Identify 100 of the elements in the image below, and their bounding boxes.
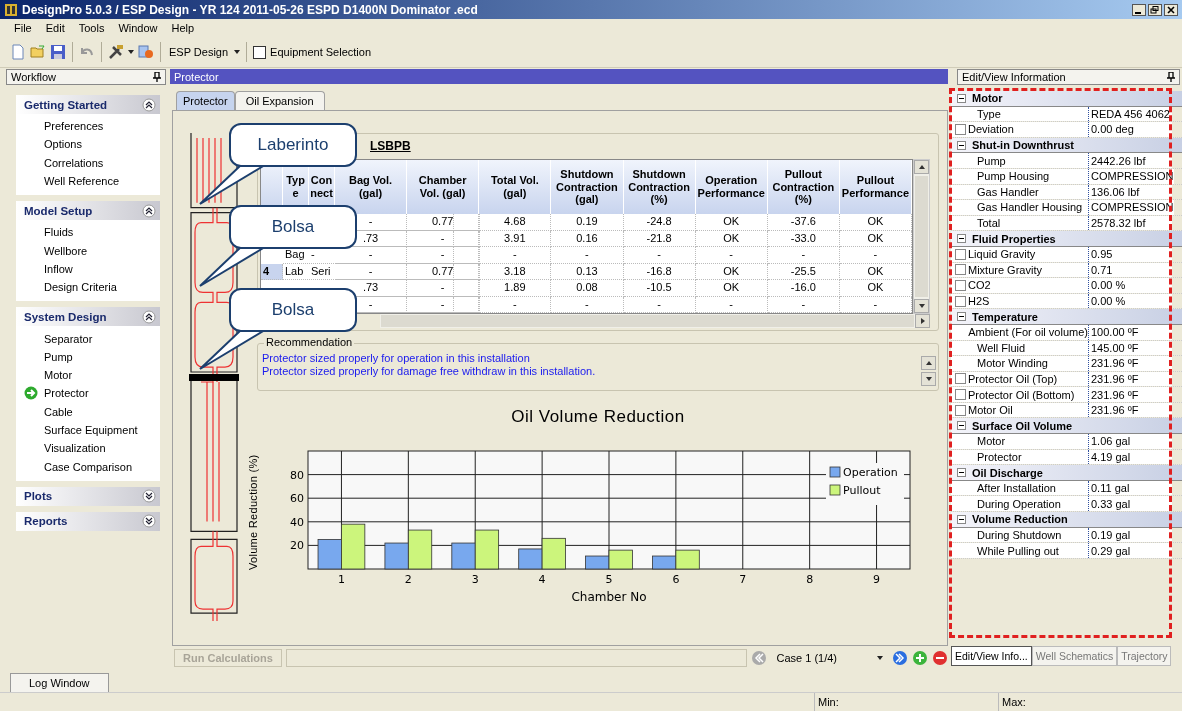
table-cell: OK: [839, 280, 912, 297]
property-value[interactable]: 136.06 lbf: [1088, 184, 1172, 200]
section-header[interactable]: Fluid Properties: [951, 231, 1182, 247]
property-name: Protector: [977, 450, 1022, 463]
group-header[interactable]: Model Setup: [16, 201, 160, 221]
workflow-item[interactable]: Options: [44, 138, 82, 151]
group-title[interactable]: Model Setup: [24, 204, 93, 217]
table-cell: OK: [839, 230, 912, 247]
group-title[interactable]: Reports: [24, 515, 68, 528]
checkbox-label[interactable]: Equipment Selection: [270, 46, 371, 58]
workflow-item[interactable]: Preferences: [44, 120, 104, 133]
property-value[interactable]: 0.00 deg: [1088, 122, 1172, 137]
menu-item[interactable]: Help: [165, 22, 201, 34]
section-header[interactable]: Volume Reduction: [951, 512, 1182, 528]
row-number: 4: [261, 263, 283, 280]
workflow-item[interactable]: Pump: [44, 350, 73, 363]
design-dropdown[interactable]: ESP Design: [167, 46, 231, 58]
group-title[interactable]: Getting Started: [24, 98, 108, 111]
tick-label: 1: [337, 573, 345, 586]
group-header[interactable]: System Design: [16, 307, 160, 327]
column-header: Total Vol. (gal): [479, 160, 552, 214]
tab[interactable]: Well Schematics: [1031, 646, 1118, 666]
menu-item[interactable]: File: [8, 22, 38, 34]
column-header: Operation Performance: [695, 160, 768, 214]
tab[interactable]: Edit/View Info...: [951, 646, 1032, 666]
property-name: During Shutdown: [977, 528, 1062, 541]
tick-label: 7: [739, 573, 747, 586]
property-value[interactable]: 4.19 gal: [1088, 449, 1172, 465]
table-cell: OK: [839, 263, 912, 280]
group-header[interactable]: Reports: [16, 511, 160, 531]
log-window-tab[interactable]: Log Window: [10, 673, 109, 692]
workflow-item[interactable]: Fluids: [44, 226, 74, 239]
property-value[interactable]: 2442.26 lbf: [1088, 153, 1172, 168]
property-value[interactable]: 231.96 ºF: [1088, 402, 1172, 418]
pane-title: Workflow: [11, 71, 57, 83]
property-value[interactable]: 0.00 %: [1088, 293, 1172, 309]
property-value[interactable]: 0.00 %: [1088, 278, 1172, 293]
table-cell: 0.19: [551, 214, 624, 231]
group-title[interactable]: System Design: [24, 310, 107, 323]
property-value[interactable]: 231.96 ºF: [1088, 371, 1172, 387]
workflow-item[interactable]: Motor: [44, 369, 73, 382]
menu-item[interactable]: Tools: [72, 22, 111, 34]
section-header[interactable]: Motor: [951, 91, 1182, 107]
property-value[interactable]: 2578.32 lbf: [1088, 215, 1172, 231]
property-value[interactable]: 231.96 ºF: [1088, 356, 1172, 371]
pane-title: Edit/View Information: [962, 71, 1066, 83]
property-name: Protector Oil (Top): [968, 373, 1058, 385]
tab[interactable]: Protector: [176, 91, 235, 110]
section-header[interactable]: Oil Discharge: [951, 465, 1182, 481]
workflow-item[interactable]: Correlations: [44, 156, 104, 169]
workflow-item[interactable]: Protector: [44, 387, 89, 400]
workflow-item[interactable]: Inflow: [44, 262, 73, 275]
table-cell: -: [407, 296, 480, 313]
table-cell: -: [623, 247, 696, 264]
property-name: Deviation: [968, 123, 1014, 136]
tab[interactable]: Trajectory: [1117, 646, 1172, 666]
property-value[interactable]: 231.96 ºF: [1088, 387, 1172, 402]
workflow-item[interactable]: Design Criteria: [44, 281, 117, 294]
menu-item[interactable]: Edit: [39, 22, 71, 34]
tick-label: 80: [290, 468, 304, 482]
property-value[interactable]: COMPRESSION: [1088, 168, 1174, 184]
property-value[interactable]: 0.29 gal: [1088, 543, 1172, 558]
section-header[interactable]: Temperature: [951, 309, 1182, 325]
table-cell: -16.8: [623, 263, 696, 280]
property-value[interactable]: 145.00 ºF: [1088, 340, 1172, 356]
property-name: During Operation: [977, 497, 1061, 510]
column-header: Shutdown Contraction (gal): [551, 160, 624, 214]
workflow-item[interactable]: Case Comparison: [44, 460, 133, 473]
property-name: Mixture Gravity: [968, 263, 1042, 276]
table-cell: -33.0: [767, 230, 840, 247]
table-cell: OK: [695, 263, 768, 280]
workflow-item[interactable]: Separator: [44, 332, 93, 345]
property-name: Pump: [977, 154, 1006, 167]
group-header[interactable]: Plots: [16, 486, 160, 506]
tab[interactable]: Oil Expansion: [234, 91, 325, 110]
table-cell: -: [407, 247, 480, 264]
property-name: Gas Handler Housing: [977, 201, 1083, 214]
table-cell: -37.6: [767, 214, 840, 231]
property-value[interactable]: COMPRESSION: [1088, 200, 1174, 215]
legend-label: Pullout: [843, 484, 881, 497]
table-cell: 0.13: [551, 263, 624, 280]
property-name: Pump Housing: [977, 170, 1050, 183]
group-header[interactable]: Getting Started: [16, 95, 160, 114]
menu-item[interactable]: Window: [112, 22, 164, 34]
property-name: CO2: [968, 279, 991, 292]
group-title[interactable]: Plots: [24, 490, 53, 503]
workflow-item[interactable]: Well Reference: [44, 175, 119, 188]
table-cell: -21.8: [623, 230, 696, 247]
workflow-item[interactable]: Wellbore: [44, 244, 88, 257]
property-value[interactable]: 1.06 gal: [1088, 434, 1172, 449]
section-header[interactable]: Surface Oil Volume: [951, 418, 1182, 435]
workflow-item[interactable]: Visualization: [44, 442, 106, 455]
tick-label: 5: [605, 573, 613, 586]
workflow-item[interactable]: Cable: [44, 405, 73, 418]
property-value[interactable]: 0.71: [1088, 262, 1172, 278]
table-cell: -: [767, 296, 840, 313]
property-value[interactable]: 0.33 gal: [1088, 496, 1172, 512]
workflow-item[interactable]: Surface Equipment: [44, 424, 138, 436]
table-caption: LSBPB: [370, 139, 412, 153]
table-cell: 0.77: [407, 263, 480, 280]
